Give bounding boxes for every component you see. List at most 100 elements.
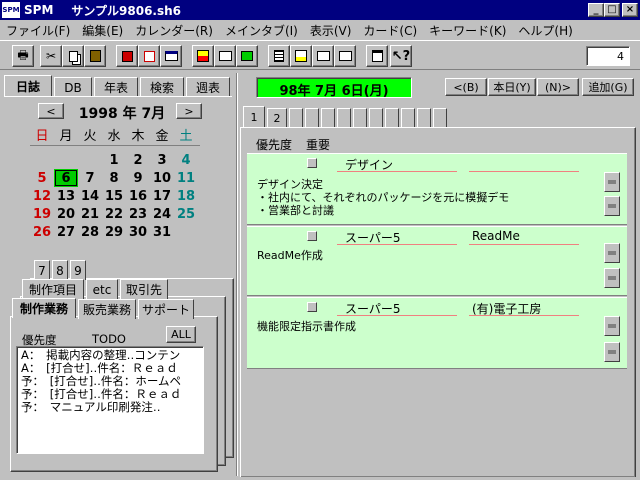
window-icon[interactable] [160,45,182,67]
page-tab-empty[interactable] [417,108,431,128]
cascade-icon[interactable] [214,45,236,67]
paste-icon[interactable] [84,45,106,67]
color-green-icon[interactable] [236,45,258,67]
cut-icon[interactable]: ✂ [40,45,62,67]
add-button[interactable]: 追加(G) [582,78,634,96]
calendar-day-26[interactable]: 26 [30,223,54,241]
tab-production-items[interactable]: 制作項目 [22,279,84,299]
calendar-day-18[interactable]: 18 [174,187,198,205]
page-tab-empty[interactable] [337,108,351,128]
calendar-day-16[interactable]: 16 [126,187,150,205]
next-day-button[interactable]: (N)> [537,78,579,96]
todo-list[interactable]: A： 掲載内容の整理‥コンテン A： [打合せ]‥件名：Ｒｅａｄ 予： [打合せ… [16,346,204,454]
todo-item[interactable]: 予： [打合せ]‥件名：ホームペ [21,375,199,388]
calendar-day-20[interactable]: 20 [54,205,78,223]
num-tab-8[interactable]: 8 [52,260,68,280]
priority-checkbox[interactable] [307,302,317,312]
calendar-day-29[interactable]: 29 [102,223,126,241]
notes-icon[interactable] [290,45,312,67]
tab-diary[interactable]: 日誌 [4,75,52,97]
calendar-day-27[interactable]: 27 [54,223,78,241]
note-card[interactable]: スーパー5 ReadMe ReadMe作成 [247,226,627,296]
note-card[interactable]: スーパー5 (有)電子工房 機能限定指示書作成 [247,297,627,369]
calendar-day-24[interactable]: 24 [150,205,174,223]
calendar-day-3[interactable]: 3 [150,151,174,169]
today-button[interactable]: 本日(Y) [488,78,536,96]
calendar-day-8[interactable]: 8 [102,169,126,187]
note-scroll-down-button[interactable] [604,196,620,216]
page-tab-empty[interactable] [321,108,335,128]
menu-calendar[interactable]: カレンダー(R) [129,22,219,39]
page-tab-empty[interactable] [305,108,319,128]
folder-open-icon[interactable] [334,45,356,67]
menu-help[interactable]: ヘルプ(H) [512,22,578,39]
note-scroll-up-button[interactable] [604,243,620,263]
calendar-day-14[interactable]: 14 [78,187,102,205]
next-month-button[interactable]: > [176,103,202,119]
page-tab-2[interactable]: 2 [267,108,287,128]
note-scroll-up-button[interactable] [604,316,620,336]
tab-sales-work[interactable]: 販売業務 [78,299,136,319]
todo-item[interactable]: A： [打合せ]‥件名：Ｒｅａｄ [21,362,199,375]
calendar-day-7[interactable]: 7 [78,169,102,187]
paste-card-icon[interactable] [138,45,160,67]
calendar-day-17[interactable]: 17 [150,187,174,205]
tab-production-work[interactable]: 制作業務 [12,298,76,318]
calendar-day-12[interactable]: 12 [30,187,54,205]
menu-view[interactable]: 表示(V) [304,22,358,39]
tab-clients[interactable]: 取引先 [120,279,168,299]
calendar-day-21[interactable]: 21 [78,205,102,223]
todo-item[interactable]: A： 掲載内容の整理‥コンテン [21,349,199,362]
page-tab-empty[interactable] [401,108,415,128]
page-tab-empty[interactable] [433,108,447,128]
calendar-day-23[interactable]: 23 [126,205,150,223]
note-card[interactable]: デザイン デザイン決定 ・社内にて、それぞれのパッケージを元に模擬デモ ・営業部と討… [247,153,627,225]
tab-support[interactable]: サポート [138,299,194,319]
page-tab-empty[interactable] [353,108,367,128]
calendar-day-4[interactable]: 4 [174,151,198,169]
note-scroll-up-button[interactable] [604,172,620,192]
calendar-day-28[interactable]: 28 [78,223,102,241]
tab-weekly[interactable]: 週表 [186,77,230,97]
calendar-day-22[interactable]: 22 [102,205,126,223]
page-tab-empty[interactable] [385,108,399,128]
menu-keyword[interactable]: キーワード(K) [423,22,512,39]
tab-db[interactable]: DB [54,77,92,97]
calendar-day-19[interactable]: 19 [30,205,54,223]
tab-search[interactable]: 検索 [140,77,184,97]
calendar-day-11[interactable]: 11 [174,169,198,187]
all-button[interactable]: ALL [166,326,196,343]
note-scroll-down-button[interactable] [604,268,620,288]
page-tab-1[interactable]: 1 [243,106,265,128]
list-icon[interactable] [268,45,290,67]
note-scroll-down-button[interactable] [604,342,620,362]
menu-card[interactable]: カード(C) [357,22,423,39]
page-tab-empty[interactable] [289,108,303,128]
menu-file[interactable]: ファイル(F) [0,22,76,39]
calendar-day-31[interactable]: 31 [150,223,174,241]
prev-month-button[interactable]: < [38,103,64,119]
splitter[interactable] [236,73,238,476]
menu-edit[interactable]: 編集(E) [76,22,129,39]
folder-icon[interactable] [312,45,334,67]
num-tab-7[interactable]: 7 [34,260,50,280]
copy-icon[interactable] [62,45,84,67]
help-icon[interactable]: ↖? [390,45,412,67]
page-tab-empty[interactable] [369,108,383,128]
calendar-day-15[interactable]: 15 [102,187,126,205]
maximize-button[interactable]: □ [604,3,620,17]
prev-day-button[interactable]: <(B) [445,78,487,96]
printer-icon[interactable]: 🖶 [12,45,34,67]
calendar-day-9[interactable]: 9 [126,169,150,187]
todo-item[interactable]: 予： [打合せ]‥件名：Ｒｅａｄ [21,388,199,401]
color-red-icon[interactable] [192,45,214,67]
calendar-day-30[interactable]: 30 [126,223,150,241]
calendar-day-2[interactable]: 2 [126,151,150,169]
counter-field[interactable]: 4 [586,46,630,66]
page-icon[interactable] [366,45,388,67]
tab-etc[interactable]: etc [86,279,118,299]
calendar-day-13[interactable]: 13 [54,187,78,205]
minimize-button[interactable]: _ [588,3,604,17]
close-button[interactable]: × [622,3,638,17]
copy-card-icon[interactable] [116,45,138,67]
